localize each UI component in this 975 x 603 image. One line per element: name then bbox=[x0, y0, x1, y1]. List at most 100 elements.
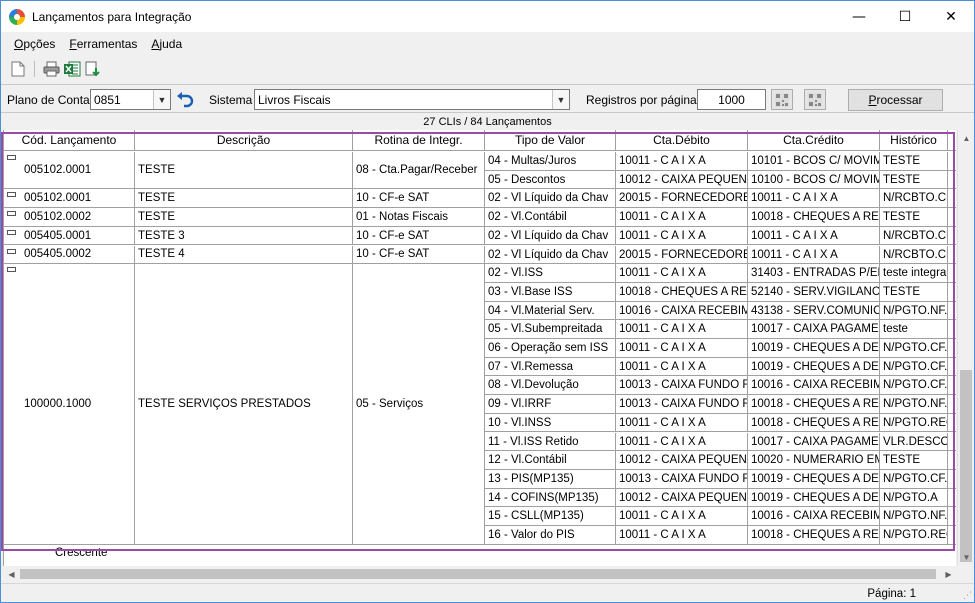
new-document-icon[interactable] bbox=[9, 60, 27, 78]
cell-cta-credito[interactable]: 10016 - CAIXA RECEBIMEN bbox=[748, 507, 880, 526]
minimize-button[interactable]: — bbox=[836, 1, 882, 32]
cell-cta-debito[interactable]: 10012 - CAIXA PEQUENA bbox=[616, 488, 748, 508]
cell-cta-debito[interactable]: 10012 - CAIXA PEQUENA bbox=[616, 170, 748, 190]
cell-cod-lancamento[interactable]: 005102.0001 bbox=[4, 189, 135, 209]
cell-historico[interactable]: TESTE bbox=[880, 170, 948, 190]
cell-cta-debito[interactable]: 10013 - CAIXA FUNDO FIX bbox=[616, 376, 748, 396]
cell-historico[interactable]: N/PGTO.NF. bbox=[880, 395, 948, 414]
cell-historico[interactable]: N/PGTO.CF.G bbox=[880, 339, 948, 358]
cell-historico[interactable]: N/PGTO.REC bbox=[880, 526, 948, 545]
cell-descricao[interactable]: TESTE bbox=[135, 189, 353, 209]
cell-tipo-valor[interactable]: 09 - Vl.IRRF bbox=[485, 395, 616, 414]
cell-historico[interactable]: TESTE bbox=[880, 208, 948, 227]
vertical-scrollbar[interactable]: ▲ ▼ bbox=[957, 130, 974, 566]
cell-cta-credito[interactable]: 10016 - CAIXA RECEBIMEN bbox=[748, 376, 880, 396]
cell-historico[interactable]: TESTE bbox=[880, 451, 948, 470]
cell-rotina[interactable]: 08 - Cta.Pagar/Receber bbox=[353, 152, 485, 190]
scroll-right-icon[interactable]: ▶ bbox=[940, 566, 957, 583]
cell-tipo-valor[interactable]: 02 - Vl.ISS bbox=[485, 264, 616, 283]
cell-historico[interactable]: teste integra bbox=[880, 264, 948, 283]
cell-cta-credito[interactable]: 43138 - SERV.COMUNICAC bbox=[748, 301, 880, 321]
resize-grip-icon[interactable]: ⋰ bbox=[963, 590, 972, 601]
cell-tipo-valor[interactable]: 16 - Valor do PIS bbox=[485, 526, 616, 545]
cell-descricao[interactable]: TESTE 3 bbox=[135, 226, 353, 246]
export-download-icon[interactable] bbox=[84, 60, 102, 78]
cell-tipo-valor[interactable]: 13 - PIS(MP135) bbox=[485, 469, 616, 489]
cell-cta-debito[interactable]: 10011 - C A I X A bbox=[616, 152, 748, 171]
cell-cta-debito[interactable]: 10013 - CAIXA FUNDO FIX bbox=[616, 469, 748, 489]
cell-tipo-valor[interactable]: 07 - Vl.Remessa bbox=[485, 357, 616, 377]
lancamentos-grid[interactable]: Cód. Lançamento Descrição Rotina de Integr… bbox=[3, 130, 956, 566]
processar-button[interactable]: Processar bbox=[848, 89, 943, 111]
cell-tipo-valor[interactable]: 03 - Vl.Base ISS bbox=[485, 282, 616, 302]
cell-historico[interactable]: N/PGTO.A bbox=[880, 488, 948, 508]
cell-tipo-valor[interactable]: 06 - Operação sem ISS bbox=[485, 339, 616, 358]
cell-historico[interactable]: N/RCBTO.CF bbox=[880, 245, 948, 265]
cell-cta-debito[interactable]: 10018 - CHEQUES A RECEE bbox=[616, 282, 748, 302]
cell-historico[interactable]: TESTE bbox=[880, 282, 948, 302]
menu-ferramentas[interactable]: Ferramentas bbox=[62, 37, 144, 51]
cell-cta-credito[interactable]: 10011 - C A I X A bbox=[748, 226, 880, 246]
cell-tipo-valor[interactable]: 10 - Vl.INSS bbox=[485, 413, 616, 433]
cell-tipo-valor[interactable]: 05 - Descontos bbox=[485, 170, 616, 190]
horizontal-scroll-thumb[interactable] bbox=[20, 569, 936, 579]
registros-input[interactable]: 1000 bbox=[697, 89, 766, 110]
cell-cta-credito[interactable]: 10019 - CHEQUES A DEPOS bbox=[748, 488, 880, 508]
scroll-left-icon[interactable]: ◀ bbox=[3, 566, 20, 583]
collapse-toggle-icon[interactable] bbox=[7, 229, 16, 235]
cell-historico[interactable]: VLR.DESCON bbox=[880, 432, 948, 452]
cell-cta-credito[interactable]: 10020 - NUMERARIO EM TI bbox=[748, 451, 880, 470]
cell-historico[interactable]: N/RCBTO.CF bbox=[880, 226, 948, 246]
menu-ajuda[interactable]: Ajuda bbox=[144, 37, 189, 51]
cell-cod-lancamento[interactable]: 005405.0002 bbox=[4, 245, 135, 265]
collapse-toggle-icon[interactable] bbox=[7, 211, 16, 217]
cell-historico[interactable]: N/RCBTO.CF bbox=[880, 189, 948, 209]
cell-cta-credito[interactable]: 10019 - CHEQUES A DEPOS bbox=[748, 357, 880, 377]
column-header[interactable]: Cód. Lançamento bbox=[4, 130, 135, 151]
print-icon[interactable] bbox=[42, 60, 60, 78]
column-header[interactable]: Cta.Débito bbox=[616, 130, 748, 151]
cell-descricao[interactable]: TESTE 4 bbox=[135, 245, 353, 265]
cell-historico[interactable]: N/PGTO.REC bbox=[880, 413, 948, 433]
menu-opcoes[interactable]: Opções bbox=[7, 37, 62, 51]
cell-cta-credito[interactable]: 10019 - CHEQUES A DEPOS bbox=[748, 339, 880, 358]
cell-cta-debito[interactable]: 10011 - C A I X A bbox=[616, 226, 748, 246]
cell-cta-credito[interactable]: 10018 - CHEQUES A RECEE bbox=[748, 208, 880, 227]
cell-descricao[interactable]: TESTE SERVIÇOS PRESTADOS bbox=[135, 264, 353, 545]
cell-cta-debito[interactable]: 10013 - CAIXA FUNDO FIX bbox=[616, 395, 748, 414]
cell-cta-credito[interactable]: 10017 - CAIXA PAGAMENT bbox=[748, 320, 880, 339]
cell-historico[interactable]: TESTE bbox=[880, 152, 948, 171]
cell-cta-debito[interactable]: 10012 - CAIXA PEQUENA bbox=[616, 451, 748, 470]
chevron-down-icon[interactable]: ▼ bbox=[552, 90, 569, 109]
cell-cta-credito[interactable]: 10017 - CAIXA PAGAMENT bbox=[748, 432, 880, 452]
cell-rotina[interactable]: 10 - CF-e SAT bbox=[353, 245, 485, 265]
scroll-down-icon[interactable]: ▼ bbox=[958, 549, 974, 566]
column-header[interactable]: Rotina de Integr. bbox=[353, 130, 485, 151]
cell-tipo-valor[interactable]: 14 - COFINS(MP135) bbox=[485, 488, 616, 508]
close-button[interactable]: ✕ bbox=[928, 1, 974, 32]
cell-cta-debito[interactable]: 10011 - C A I X A bbox=[616, 357, 748, 377]
undo-refresh-button[interactable] bbox=[174, 89, 196, 110]
cell-cta-debito[interactable]: 10011 - C A I X A bbox=[616, 432, 748, 452]
cell-cta-credito[interactable]: 10101 - BCOS C/ MOVIMEN bbox=[748, 152, 880, 171]
cell-cta-credito[interactable]: 10100 - BCOS C/ MOVIMEN bbox=[748, 170, 880, 190]
chevron-down-icon[interactable]: ▼ bbox=[153, 90, 170, 109]
collapse-toggle-icon[interactable] bbox=[7, 248, 16, 254]
vertical-scroll-thumb[interactable] bbox=[960, 370, 972, 562]
plano-combobox[interactable]: 0851 ▼ bbox=[90, 89, 171, 110]
cell-descricao[interactable]: TESTE bbox=[135, 152, 353, 190]
cell-cod-lancamento[interactable]: 005102.0002 bbox=[4, 208, 135, 227]
cell-tipo-valor[interactable]: 02 - Vl Líquido da Chav bbox=[485, 226, 616, 246]
cell-rotina[interactable]: 10 - CF-e SAT bbox=[353, 189, 485, 209]
cell-cod-lancamento[interactable]: 005405.0001 bbox=[4, 226, 135, 246]
cell-tipo-valor[interactable]: 15 - CSLL(MP135) bbox=[485, 507, 616, 526]
cell-cta-credito[interactable]: 10011 - C A I X A bbox=[748, 189, 880, 209]
cell-historico[interactable]: N/PGTO.CF.L bbox=[880, 376, 948, 396]
cell-tipo-valor[interactable]: 11 - Vl.ISS Retido bbox=[485, 432, 616, 452]
cell-tipo-valor[interactable]: 12 - Vl.Contábil bbox=[485, 451, 616, 470]
horizontal-scrollbar[interactable]: ◀ ▶ bbox=[3, 566, 957, 582]
cell-historico[interactable]: N/PGTO.NF. bbox=[880, 507, 948, 526]
cell-cta-credito[interactable]: 31403 - ENTRADAS P/EMPF bbox=[748, 264, 880, 283]
collapse-toggle-icon[interactable] bbox=[7, 155, 16, 160]
sistema-combobox[interactable]: Livros Fiscais ▼ bbox=[254, 89, 570, 110]
